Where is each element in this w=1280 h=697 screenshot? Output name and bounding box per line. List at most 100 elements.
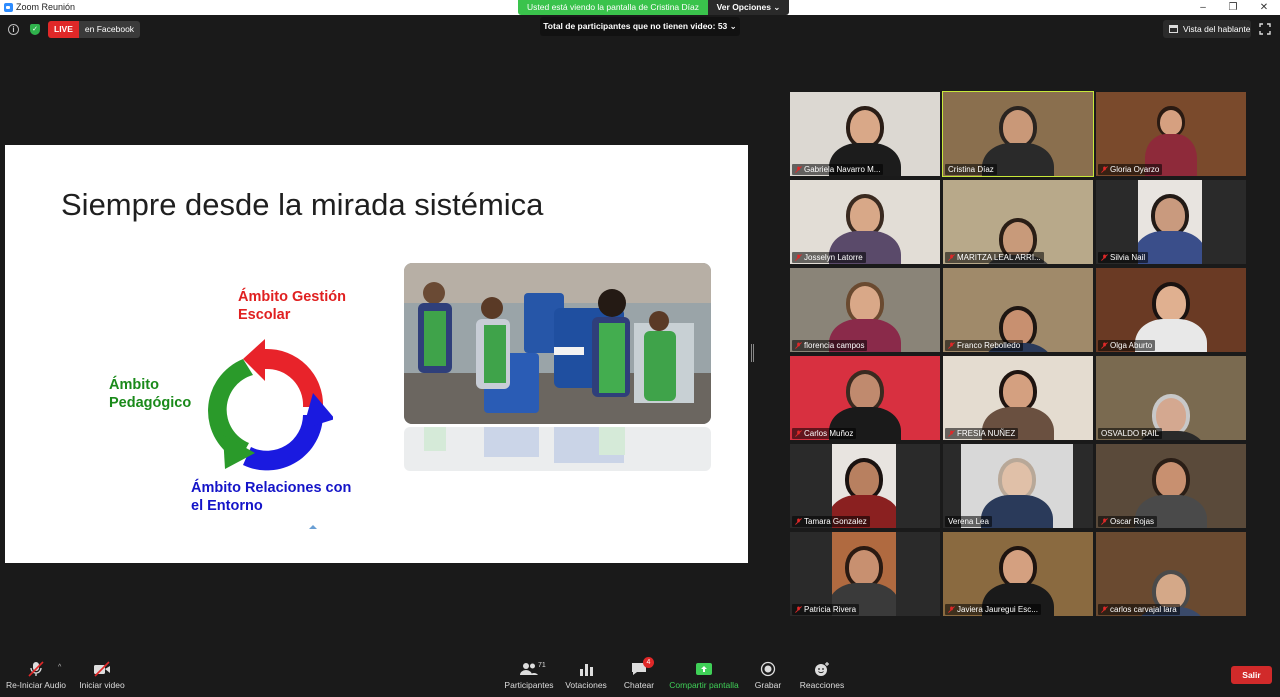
reactions-button[interactable]: Reacciones [799, 661, 845, 695]
participant-tile[interactable]: Gloria Oyarzo [1096, 92, 1246, 176]
participant-name-tag: carlos carvajal lara [1098, 604, 1180, 615]
fullscreen-icon[interactable] [1259, 23, 1271, 35]
muted-mic-icon [1101, 606, 1108, 613]
view-layout-icon [1169, 25, 1178, 33]
participant-name-tag: Gabriela Navarro M... [792, 164, 884, 175]
close-button[interactable]: ✕ [1249, 1, 1279, 14]
participant-name: Patricia Rivera [804, 605, 857, 614]
window-title: Zoom Reunión [16, 2, 76, 12]
meeting-info-icon[interactable]: i [8, 24, 19, 35]
participant-face [1156, 286, 1186, 321]
muted-mic-icon [795, 166, 802, 173]
participant-name: Silvia Nail [1110, 253, 1146, 262]
split-divider-handle[interactable] [751, 344, 754, 362]
participants-count: 71 [538, 662, 546, 669]
participant-name-tag: Cristina Díaz [945, 164, 997, 175]
participant-name: Cristina Díaz [948, 165, 994, 174]
participant-name-tag: OSVALDO RAIL [1098, 428, 1163, 439]
polls-button[interactable]: Votaciones [564, 661, 608, 695]
muted-mic-icon [948, 430, 955, 437]
participant-tile[interactable]: Patricia Rivera [790, 532, 940, 616]
participant-name: Olga Aburto [1110, 341, 1153, 350]
muted-mic-icon [795, 518, 802, 525]
participant-name: florencia campos [804, 341, 865, 350]
chat-unread-badge: 4 [643, 657, 654, 668]
security-shield-icon[interactable]: ✓ [30, 24, 40, 35]
chat-button[interactable]: 4 Chatear [622, 657, 656, 695]
chat-label: Chatear [623, 680, 655, 690]
muted-mic-icon [948, 606, 955, 613]
participant-face [1003, 110, 1033, 145]
participant-name: OSVALDO RAIL [1101, 429, 1160, 438]
participant-name-tag: MARITZA LEAL ARRI... [945, 252, 1044, 263]
polls-label: Votaciones [565, 680, 607, 690]
video-label: Iniciar video [79, 680, 125, 690]
participants-icon [520, 663, 538, 675]
participant-face [849, 550, 879, 585]
participant-tile[interactable]: OSVALDO RAIL [1096, 356, 1246, 440]
participant-face [1002, 462, 1032, 497]
share-banner-text: Usted está viendo la pantalla de Cristin… [518, 0, 708, 15]
participant-tile[interactable]: Gabriela Navarro M... [790, 92, 940, 176]
participants-button[interactable]: 71 Participantes [503, 661, 555, 695]
slide-decoration-mark [309, 525, 317, 529]
participant-name: FRESIA NUÑEZ [957, 429, 1016, 438]
muted-mic-icon [795, 606, 802, 613]
participant-tile[interactable]: Olga Aburto [1096, 268, 1246, 352]
participant-tile[interactable]: Verena Lea [943, 444, 1093, 528]
speaker-view-button[interactable]: Vista del hablante [1163, 20, 1251, 38]
participant-name-tag: Javiera Jauregui Esc... [945, 604, 1041, 615]
participant-name-tag: Tamara Gonzalez [792, 516, 870, 527]
participant-name-tag: Franco Rebolledo [945, 340, 1024, 351]
participant-name: Verena Lea [948, 517, 989, 526]
audio-label: Re-Iniciar Audio [5, 680, 66, 690]
participant-face [849, 462, 879, 497]
participant-name: Tamara Gonzalez [804, 517, 867, 526]
live-platform: en Facebook [78, 21, 141, 38]
cycle-arrows-diagram [208, 339, 333, 471]
participant-face [1156, 462, 1186, 497]
participant-tile[interactable]: Javiera Jauregui Esc... [943, 532, 1093, 616]
participant-tile[interactable]: Carlos Muñoz [790, 356, 940, 440]
live-stream-indicator[interactable]: LIVE en Facebook [48, 21, 141, 38]
muted-mic-icon [795, 342, 802, 349]
view-options-button[interactable]: Ver Opciones ⌄ [708, 0, 789, 15]
participant-name: Franco Rebolledo [957, 341, 1021, 350]
share-screen-button[interactable]: Compartir pantalla [668, 661, 740, 695]
participant-tile[interactable]: Franco Rebolledo [943, 268, 1093, 352]
muted-mic-icon [1101, 518, 1108, 525]
restore-button[interactable]: ❐ [1218, 1, 1248, 14]
participant-tile[interactable]: florencia campos [790, 268, 940, 352]
muted-mic-icon [1101, 342, 1108, 349]
participant-tile[interactable]: Oscar Rojas [1096, 444, 1246, 528]
participant-tile[interactable]: Silvia Nail [1096, 180, 1246, 264]
no-video-participants-notice[interactable]: Total de participantes que no tienen vid… [540, 17, 740, 36]
minimize-button[interactable]: – [1188, 1, 1218, 14]
participant-tile[interactable]: MARITZA LEAL ARRI... [943, 180, 1093, 264]
zoom-window: Zoom Reunión – ❐ ✕ Usted está viendo la … [0, 0, 1280, 697]
participant-tile[interactable]: Tamara Gonzalez [790, 444, 940, 528]
share-screen-icon [696, 663, 712, 675]
leave-meeting-button[interactable]: Salir [1231, 666, 1272, 684]
muted-mic-icon [795, 430, 802, 437]
participant-tile[interactable]: Josselyn Latorre [790, 180, 940, 264]
participant-tile[interactable]: Cristina Díaz [942, 91, 1094, 177]
label-ambito-gestion: Ámbito Gestión Escolar [238, 289, 346, 323]
video-off-icon [94, 661, 110, 677]
chat-bubble-icon: 4 [630, 657, 654, 677]
participant-name-tag: Gloria Oyarzo [1098, 164, 1163, 175]
participant-name: Javiera Jauregui Esc... [957, 605, 1038, 614]
record-button[interactable]: Grabar [753, 661, 783, 695]
start-video-button[interactable]: Iniciar video [78, 661, 126, 695]
participant-tile[interactable]: FRESIA NUÑEZ [943, 356, 1093, 440]
participants-label: Participantes [504, 680, 554, 690]
label-ambito-pedagogico: Ámbito Pedagógico [109, 377, 192, 411]
muted-mic-icon [1101, 166, 1108, 173]
participant-tile[interactable]: carlos carvajal lara [1096, 532, 1246, 616]
participant-name-tag: Carlos Muñoz [792, 428, 857, 439]
participant-name: MARITZA LEAL ARRI... [957, 253, 1041, 262]
audio-options-caret[interactable]: ^ [58, 664, 61, 671]
participant-name: Carlos Muñoz [804, 429, 854, 438]
participant-face [850, 198, 880, 233]
record-icon [760, 661, 776, 677]
